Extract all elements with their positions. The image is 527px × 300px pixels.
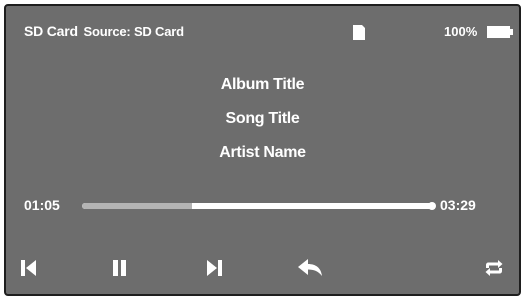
song-title: Song Title bbox=[225, 110, 300, 127]
battery-icon bbox=[487, 26, 513, 38]
sd-card-icon bbox=[353, 25, 365, 40]
repeat-button[interactable] bbox=[483, 257, 505, 279]
skip-next-icon bbox=[207, 260, 222, 276]
back-arrow-icon bbox=[298, 259, 322, 276]
source-label: Source: SD Card bbox=[83, 24, 185, 39]
elapsed-time: 01:05 bbox=[24, 197, 60, 213]
repeat-icon bbox=[485, 260, 503, 276]
next-button[interactable] bbox=[203, 257, 225, 279]
back-button[interactable] bbox=[296, 257, 324, 279]
total-time: 03:29 bbox=[440, 197, 476, 213]
status-bar: SD Card Source: SD Card 100% bbox=[6, 6, 519, 50]
artist-name: Artist Name bbox=[219, 144, 306, 161]
skip-previous-icon bbox=[21, 260, 36, 276]
progress-end-cap bbox=[428, 202, 436, 210]
source-name: SD Card bbox=[24, 23, 78, 39]
source-indicator: SD Card Source: SD Card bbox=[24, 23, 184, 39]
album-title: Album Title bbox=[220, 76, 305, 93]
previous-button[interactable] bbox=[18, 257, 40, 279]
player-screen: SD Card Source: SD Card 100% Album Title… bbox=[4, 4, 521, 296]
progress-fill bbox=[82, 203, 192, 209]
pause-icon bbox=[113, 260, 126, 276]
progress-bar[interactable] bbox=[82, 202, 436, 210]
pause-button[interactable] bbox=[108, 257, 130, 279]
battery-percentage: 100% bbox=[444, 24, 478, 39]
